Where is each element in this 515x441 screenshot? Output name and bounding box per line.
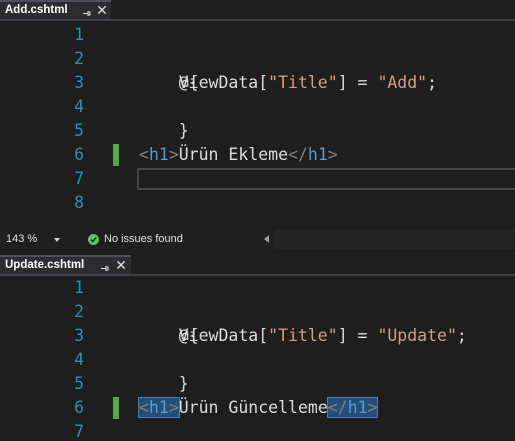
tab-label: Add.cshtml: [5, 4, 68, 16]
tag-bracket: >: [168, 398, 179, 417]
line-number: 2: [74, 49, 84, 68]
zoom-level[interactable]: 143 %: [6, 230, 37, 249]
razor-block-close: }: [178, 121, 189, 140]
viewdata-expression: ViewData[: [139, 73, 269, 92]
editor-status-bar: 143 % No issues found: [0, 230, 515, 249]
string-literal: "Title": [268, 73, 338, 92]
string-literal: "Update": [377, 326, 457, 345]
tab-bar-update: Update.cshtml ✕: [0, 255, 515, 276]
line-number: 8: [74, 193, 84, 212]
line-number: 1: [74, 25, 84, 44]
scroll-left-icon[interactable]: [264, 235, 269, 243]
tab-label: Update.cshtml: [5, 259, 85, 271]
line-number: 3: [74, 73, 84, 92]
code-line-2: @{: [139, 47, 199, 92]
tab-bar-add: Add.cshtml ✕: [0, 0, 515, 21]
tag-bracket: </: [288, 145, 308, 164]
tag-name: h1: [347, 398, 368, 417]
current-line-highlight: [137, 168, 515, 190]
string-literal: "Title": [268, 326, 338, 345]
pin-icon[interactable]: [82, 5, 91, 16]
line-number: 5: [74, 374, 84, 393]
change-marker: [113, 144, 119, 166]
change-marker: [113, 397, 119, 419]
statement-terminator: ;: [427, 73, 438, 92]
line-number: 7: [74, 422, 84, 441]
check-circle-icon: [88, 234, 99, 245]
pin-icon[interactable]: [100, 260, 109, 271]
line-number: 2: [74, 302, 84, 321]
tag-bracket: >: [168, 145, 179, 164]
code-line-6: <h1>Ürün Ekleme</h1>: [139, 143, 338, 167]
line-number: 7: [74, 169, 84, 188]
tab-add-cshtml[interactable]: Add.cshtml ✕: [0, 0, 111, 19]
editor-update[interactable]: 1 2 3 4 5 6 7 @{ ViewData["Title"] = "Up…: [0, 276, 515, 441]
heading-text: Ürün Güncelleme: [178, 398, 328, 417]
string-literal: "Add": [377, 73, 428, 92]
code-line-6: <h1>Ürün Güncelleme</h1>: [138, 396, 379, 420]
line-number: 3: [74, 326, 84, 345]
code-line-3: ViewData["Title"] = "Add";: [139, 71, 437, 95]
close-icon[interactable]: ✕: [96, 2, 108, 18]
tab-update-cshtml[interactable]: Update.cshtml ✕: [0, 255, 131, 274]
close-icon[interactable]: ✕: [115, 257, 127, 273]
line-number: 6: [74, 145, 84, 164]
tag-name: h1: [148, 398, 169, 417]
code-line-4: }: [139, 348, 189, 393]
assignment-operator: ] =: [337, 326, 378, 345]
tag-bracket: <: [139, 145, 149, 164]
tag-bracket: >: [367, 398, 378, 417]
matched-close-tag: </h1>: [326, 397, 379, 418]
code-line-4: }: [139, 95, 189, 140]
chevron-down-icon[interactable]: [54, 238, 60, 242]
line-number: 5: [74, 121, 84, 140]
statement-terminator: ;: [456, 326, 467, 345]
razor-block-close: }: [178, 374, 189, 393]
assignment-operator: ] =: [337, 73, 378, 92]
tag-bracket: >: [327, 145, 338, 164]
viewdata-expression: ViewData[: [139, 326, 269, 345]
editor-add[interactable]: 1 2 3 4 5 6 7 8 @{ ViewData["Title"] = "…: [0, 21, 515, 230]
code-line-3: ViewData["Title"] = "Update";: [139, 324, 467, 348]
matched-open-tag: <h1>: [138, 397, 180, 418]
line-number: 1: [74, 278, 84, 297]
tag-bracket: </: [327, 398, 348, 417]
heading-text: Ürün Ekleme: [178, 145, 289, 164]
line-number: 6: [74, 398, 84, 417]
tag-name: h1: [148, 145, 169, 164]
line-number: 4: [74, 97, 84, 116]
code-line-2: @{: [139, 300, 199, 345]
tag-name: h1: [307, 145, 328, 164]
horizontal-scrollbar[interactable]: [275, 230, 515, 249]
tag-bracket: <: [139, 398, 149, 417]
issues-status[interactable]: No issues found: [104, 230, 183, 249]
line-number: 4: [74, 350, 84, 369]
